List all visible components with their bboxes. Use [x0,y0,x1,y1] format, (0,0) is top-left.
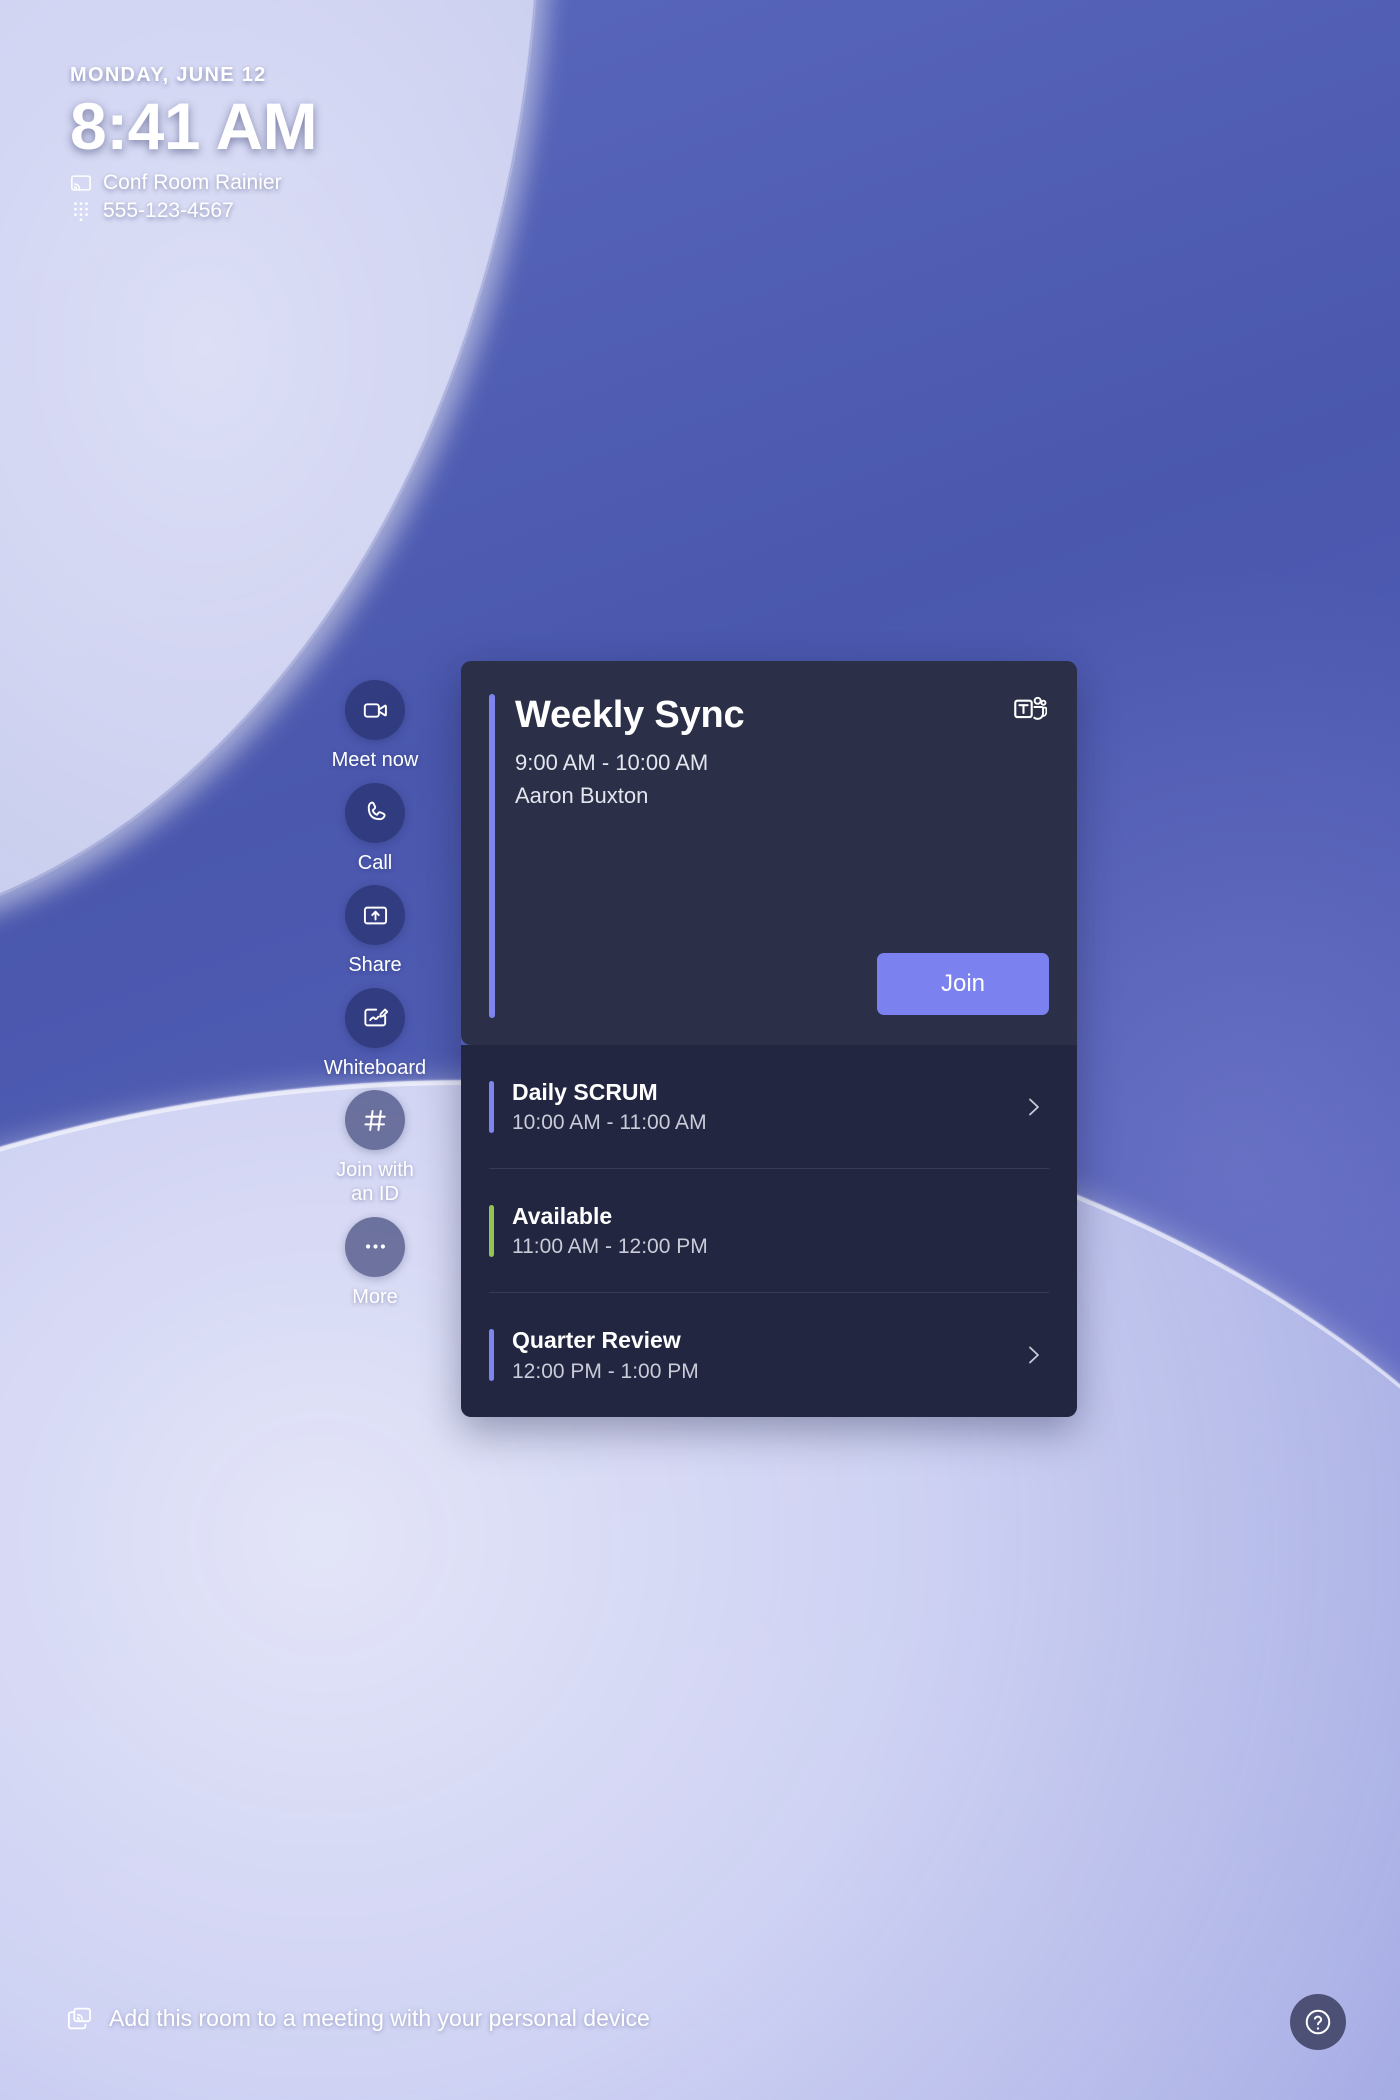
agenda-item-accent-bar [489,1329,494,1381]
current-meeting-accent-bar [489,694,495,1018]
agenda-item-0[interactable]: Daily SCRUM 10:00 AM - 11:00 AM [489,1045,1049,1169]
question-circle-icon [1303,2007,1333,2037]
action-whiteboard-label: Whiteboard [323,1056,427,1079]
agenda-item-2[interactable]: Quarter Review 12:00 PM - 1:00 PM [489,1293,1049,1417]
action-whiteboard[interactable]: Whiteboard [305,987,445,1081]
share-screen-icon [362,902,389,929]
whiteboard-pen-icon [362,1004,389,1031]
cast-share-icon [66,2005,93,2032]
agenda-item-title: Daily SCRUM [512,1078,658,1105]
current-meeting-time: 9:00 AM - 10:00 AM [515,749,709,775]
agenda-item-title: Available [512,1202,613,1229]
action-join-with-id-label: Join with an ID [336,1159,414,1205]
current-meeting-title: Weekly Sync [515,694,745,736]
agenda-item-time: 10:00 AM - 11:00 AM [512,1111,707,1135]
action-meet-now[interactable]: Meet now [305,680,445,773]
action-more-label: More [352,1285,398,1308]
ellipsis-icon [362,1233,389,1260]
agenda-item-text: Available 11:00 AM - 12:00 PM [512,1202,1021,1259]
video-camera-icon [362,697,389,724]
room-header: MONDAY, JUNE 12 8:41 AM Conf Room Rainie… [70,64,318,223]
room-name: Conf Room Rainier [103,171,282,195]
action-share-circle[interactable] [345,885,405,946]
action-share[interactable]: Share [305,885,445,978]
action-more[interactable]: More [305,1216,445,1310]
agenda-item-accent-bar [489,1080,494,1133]
dialpad-icon [70,200,92,222]
agenda-item-time: 12:00 PM - 1:00 PM [512,1359,699,1383]
chevron-right-icon[interactable] [1021,1343,1045,1367]
agenda-item-text: Daily SCRUM 10:00 AM - 11:00 AM [512,1078,1021,1135]
add-room-hint[interactable]: Add this room to a meeting with your per… [66,2005,650,2032]
action-call-circle[interactable] [345,782,405,843]
chevron-right-icon[interactable] [1021,1095,1045,1119]
hash-icon [362,1107,389,1134]
join-button[interactable]: Join [877,953,1049,1015]
agenda-item-title: Quarter Review [512,1327,681,1354]
add-room-hint-label: Add this room to a meeting with your per… [109,2005,650,2031]
action-share-label: Share [348,954,402,977]
agenda-item-1[interactable]: Available 11:00 AM - 12:00 PM [489,1169,1049,1293]
action-call-label: Call [357,851,393,874]
current-time: 8:41 AM [70,89,318,163]
action-call[interactable]: Call [305,782,445,876]
room-phone-number: 555-123-4567 [103,199,234,223]
action-whiteboard-circle[interactable] [345,987,405,1048]
phone-handset-icon [362,799,389,826]
room-name-row: Conf Room Rainier [70,171,317,195]
help-button[interactable] [1290,1994,1346,2050]
current-meeting-panel[interactable]: Weekly Sync 9:00 AM - 10:00 AM Aaron Bux… [461,661,1077,1045]
agenda-item-text: Quarter Review 12:00 PM - 1:00 PM [512,1326,1021,1383]
current-date: MONDAY, JUNE 12 [70,64,267,86]
meeting-card: Weekly Sync 9:00 AM - 10:00 AM Aaron Bux… [461,661,1077,1417]
action-join-with-id[interactable]: Join with an ID [305,1090,445,1206]
current-meeting-organizer: Aaron Buxton [515,782,649,808]
agenda-list: Daily SCRUM 10:00 AM - 11:00 AM Availabl… [461,1045,1077,1417]
action-join-with-id-circle[interactable] [345,1090,405,1151]
action-rail: Meet now Call Share Whiteboard Join with… [305,680,445,1319]
room-phone-row: 555-123-4567 [70,199,317,223]
action-meet-now-label: Meet now [331,749,419,771]
action-meet-now-circle[interactable] [345,680,405,740]
microsoft-teams-icon [1013,693,1047,727]
action-more-circle[interactable] [345,1216,405,1277]
agenda-item-time: 11:00 AM - 12:00 PM [512,1235,708,1259]
cast-screen-icon [70,172,92,194]
agenda-item-accent-bar [489,1204,494,1257]
